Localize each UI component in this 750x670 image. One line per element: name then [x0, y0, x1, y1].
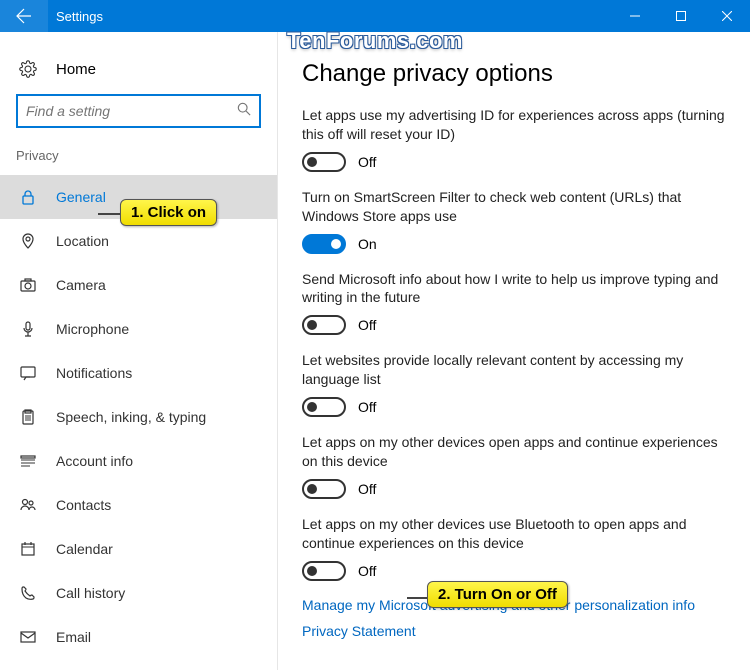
toggle-state-label: Off [358, 317, 376, 333]
sidebar: Home Privacy General Location Camera Mic… [0, 32, 278, 670]
maximize-button[interactable] [658, 0, 704, 32]
minimize-button[interactable] [612, 0, 658, 32]
window-title: Settings [48, 9, 612, 24]
back-arrow-icon [16, 8, 32, 24]
toggle-other-devices[interactable] [302, 479, 346, 499]
setting-desc: Send Microsoft info about how I write to… [302, 270, 726, 308]
toggle-advertising-id[interactable] [302, 152, 346, 172]
sidebar-item-speech[interactable]: Speech, inking, & typing [0, 395, 277, 439]
sidebar-item-account-info[interactable]: Account info [0, 439, 277, 483]
setting-language-list: Let websites provide locally relevant co… [302, 351, 726, 417]
toggle-state-label: Off [358, 481, 376, 497]
annotation-leader [98, 213, 120, 215]
search-input[interactable] [16, 94, 261, 128]
setting-desc: Let apps use my advertising ID for exper… [302, 106, 726, 144]
setting-other-devices: Let apps on my other devices open apps a… [302, 433, 726, 499]
sidebar-item-label: Account info [56, 453, 133, 469]
section-label: Privacy [0, 148, 277, 175]
search-icon [237, 102, 251, 121]
home-label: Home [56, 61, 96, 78]
sidebar-item-label: Speech, inking, & typing [56, 409, 206, 425]
toggle-typing-info[interactable] [302, 315, 346, 335]
watermark-text: TenForums.com [287, 28, 463, 54]
email-icon [18, 627, 38, 647]
sidebar-item-label: Location [56, 233, 109, 249]
main-content: Change privacy options Let apps use my a… [278, 32, 750, 670]
sidebar-item-label: Notifications [56, 365, 132, 381]
annotation-leader [407, 597, 427, 599]
annotation-callout-2: 2. Turn On or Off [427, 581, 568, 608]
sidebar-item-contacts[interactable]: Contacts [0, 483, 277, 527]
sidebar-item-label: Calendar [56, 541, 113, 557]
setting-desc: Turn on SmartScreen Filter to check web … [302, 188, 726, 226]
page-title: Change privacy options [302, 60, 726, 88]
lock-icon [18, 187, 38, 207]
sidebar-item-label: Contacts [56, 497, 111, 513]
setting-smartscreen: Turn on SmartScreen Filter to check web … [302, 188, 726, 254]
location-icon [18, 231, 38, 251]
gear-icon [18, 60, 38, 78]
calendar-icon [18, 539, 38, 559]
clipboard-icon [18, 407, 38, 427]
account-icon [18, 451, 38, 471]
phone-icon [18, 583, 38, 603]
toggle-smartscreen[interactable] [302, 234, 346, 254]
annotation-callout-1: 1. Click on [120, 199, 217, 226]
sidebar-item-notifications[interactable]: Notifications [0, 351, 277, 395]
home-link[interactable]: Home [0, 52, 277, 94]
setting-typing-info: Send Microsoft info about how I write to… [302, 270, 726, 336]
back-button[interactable] [0, 0, 48, 32]
sidebar-item-label: Camera [56, 277, 106, 293]
sidebar-item-label: Call history [56, 585, 125, 601]
sidebar-item-label: Microphone [56, 321, 129, 337]
maximize-icon [676, 11, 686, 21]
search-field[interactable] [26, 103, 237, 119]
sidebar-item-label: Email [56, 629, 91, 645]
toggle-language-list[interactable] [302, 397, 346, 417]
contacts-icon [18, 495, 38, 515]
sidebar-item-call-history[interactable]: Call history [0, 571, 277, 615]
setting-advertising-id: Let apps use my advertising ID for exper… [302, 106, 726, 172]
camera-icon [18, 275, 38, 295]
toggle-bluetooth-devices[interactable] [302, 561, 346, 581]
setting-desc: Let apps on my other devices open apps a… [302, 433, 726, 471]
minimize-icon [630, 11, 640, 21]
sidebar-item-label: General [56, 189, 106, 205]
sidebar-item-calendar[interactable]: Calendar [0, 527, 277, 571]
setting-desc: Let websites provide locally relevant co… [302, 351, 726, 389]
setting-bluetooth-devices: Let apps on my other devices use Bluetoo… [302, 515, 726, 581]
microphone-icon [18, 319, 38, 339]
toggle-state-label: On [358, 236, 377, 252]
window-controls [612, 0, 750, 32]
link-privacy-statement[interactable]: Privacy Statement [302, 623, 726, 639]
close-icon [722, 11, 732, 21]
toggle-state-label: Off [358, 399, 376, 415]
notifications-icon [18, 363, 38, 383]
toggle-state-label: Off [358, 154, 376, 170]
sidebar-item-email[interactable]: Email [0, 615, 277, 659]
setting-desc: Let apps on my other devices use Bluetoo… [302, 515, 726, 553]
close-button[interactable] [704, 0, 750, 32]
sidebar-item-camera[interactable]: Camera [0, 263, 277, 307]
toggle-state-label: Off [358, 563, 376, 579]
sidebar-item-microphone[interactable]: Microphone [0, 307, 277, 351]
